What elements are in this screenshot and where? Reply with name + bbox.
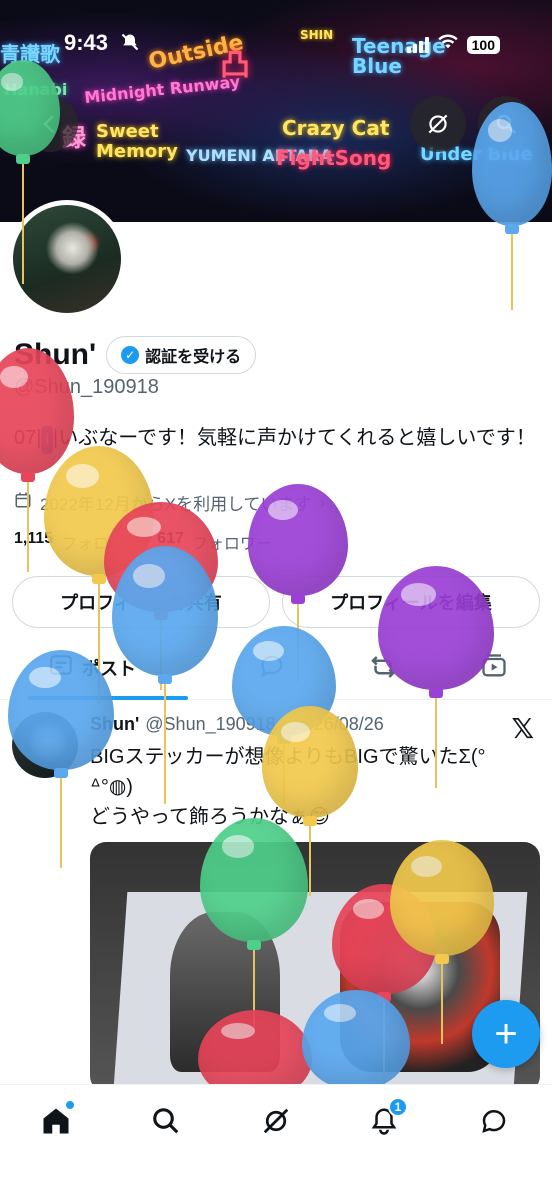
nav-notifications[interactable]: 1 <box>364 1097 408 1143</box>
post-avatar[interactable] <box>12 712 78 778</box>
banner-text: Crazy Cat <box>282 116 390 140</box>
following-count[interactable]: 1,115 <box>14 530 53 554</box>
post-text: BIGステッカーが想像よりもBIGで驚いたΣ(° ᐞ°◍) どうやって飾ろうかな… <box>90 742 530 832</box>
new-posts-dot <box>66 1101 74 1109</box>
banner-text: SHIN <box>300 28 334 42</box>
joined-date[interactable]: 2022年12月からXを利用しています › <box>14 490 325 515</box>
edit-profile-button[interactable]: プロフィールを編集 <box>282 576 540 628</box>
post-line: どうやって飾ろうかなぁ😊 <box>90 806 330 828</box>
nav-messages[interactable] <box>474 1103 514 1143</box>
tab-posts[interactable]: ポスト <box>48 652 136 683</box>
followers-label[interactable]: フォロワー <box>192 530 272 554</box>
profile-tabs: ポスト <box>0 644 552 700</box>
post-date[interactable]: 2026/08/26 <box>294 714 384 735</box>
banner-text: Sweet Memory <box>96 121 178 162</box>
banner-text: Midnight Runway <box>83 71 241 108</box>
post-line: BIGステッカーが想像よりもBIGで驚いたΣ(° <box>90 746 486 768</box>
post-author[interactable]: Shun' <box>90 714 139 735</box>
profile-bio: 07| i |いぶなーです！気軽に声かけてくれると嬉しいです！ <box>14 424 542 454</box>
follow-stats: 1,115 フォロー中 617 フォロワー <box>14 530 272 554</box>
verified-check-icon: ✓ <box>121 346 140 364</box>
signal-icon <box>406 36 429 53</box>
search-button[interactable] <box>478 96 534 152</box>
sticker-character <box>170 912 280 1072</box>
posts-icon <box>48 652 74 683</box>
calendar-icon <box>14 491 32 514</box>
tab-reposts[interactable] <box>368 652 398 687</box>
nav-grok[interactable] <box>256 1103 296 1143</box>
tab-posts-label: ポスト <box>82 658 136 679</box>
post-line: ᐞ°◍) <box>90 776 133 798</box>
profile-name-row: Shun' ✓ 認証を受ける <box>14 336 257 374</box>
notification-badge: 1 <box>388 1097 408 1117</box>
banner-text: 青讃歌 <box>0 42 60 66</box>
bio-prefix: 07| <box>14 427 42 449</box>
post-handle[interactable]: @Shun_190918 <box>145 714 275 735</box>
followers-count[interactable]: 617 <box>157 530 184 554</box>
profile-avatar[interactable] <box>8 200 126 318</box>
active-tab-indicator <box>28 696 188 700</box>
repost-icon <box>368 652 398 687</box>
post-image[interactable] <box>90 842 540 1092</box>
tab-media[interactable] <box>480 652 508 685</box>
compose-button[interactable]: + <box>472 1000 540 1068</box>
battery-icon: 100 <box>466 35 500 54</box>
joined-text: 2022年12月からXを利用しています <box>40 495 312 514</box>
plus-icon: + <box>494 1011 518 1056</box>
messages-icon <box>479 1106 509 1141</box>
grok-button[interactable] <box>410 96 466 152</box>
home-icon <box>41 1106 71 1141</box>
grok-icon <box>261 1106 291 1141</box>
post-separator: · <box>281 714 288 734</box>
following-label[interactable]: フォロー中 <box>61 530 141 554</box>
status-indicators: 100 <box>406 34 500 55</box>
share-profile-button[interactable]: プロフィールを共有 <box>12 576 270 628</box>
get-verified-label: 認証を受ける <box>145 349 242 366</box>
profile-name: Shun' <box>14 338 97 371</box>
status-time: 9:43 <box>64 30 109 55</box>
bottom-nav: 1 <box>0 1084 552 1200</box>
profile-banner[interactable]: 青讃歌 Outside SHIN Teenage Blue Hanabi Mid… <box>0 0 552 222</box>
media-icon <box>480 652 508 685</box>
reply-icon <box>258 652 286 685</box>
chevron-right-icon: › <box>319 492 326 512</box>
search-icon <box>151 1106 181 1141</box>
post-header: Shun' @Shun_190918 · 2026/08/26 <box>90 714 384 735</box>
nav-home[interactable] <box>36 1101 76 1143</box>
wifi-icon <box>437 34 459 55</box>
banner-text: 凸 <box>220 48 250 83</box>
info-icon: i <box>41 426 54 454</box>
bio-text: |いぶなーです！気軽に声かけてくれると嬉しいです！ <box>53 427 536 449</box>
silent-mode-icon <box>120 32 140 57</box>
back-button[interactable] <box>22 96 78 152</box>
tab-replies[interactable] <box>258 652 286 685</box>
x-logo-icon: 𝕏 <box>511 713 534 744</box>
nav-search[interactable] <box>146 1103 186 1143</box>
banner-text: FightSong <box>276 146 392 170</box>
get-verified-button[interactable]: ✓ 認証を受ける <box>106 336 257 374</box>
profile-handle: @Shun_190918 <box>14 376 159 398</box>
